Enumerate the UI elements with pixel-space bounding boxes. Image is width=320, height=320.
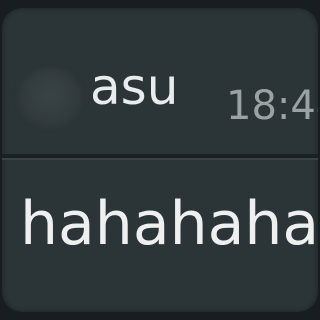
app-frame: asu 18:44 hahahahah	[0, 0, 320, 320]
message-header: asu 18:44	[2, 8, 318, 148]
sender-name: asu	[90, 58, 179, 116]
chat-message-card[interactable]: asu 18:44 hahahahah	[2, 8, 318, 312]
avatar-icon[interactable]	[18, 68, 82, 128]
message-timestamp: 18:44	[226, 83, 318, 129]
divider-highlight	[2, 158, 318, 160]
message-body: hahahahah	[20, 189, 318, 259]
